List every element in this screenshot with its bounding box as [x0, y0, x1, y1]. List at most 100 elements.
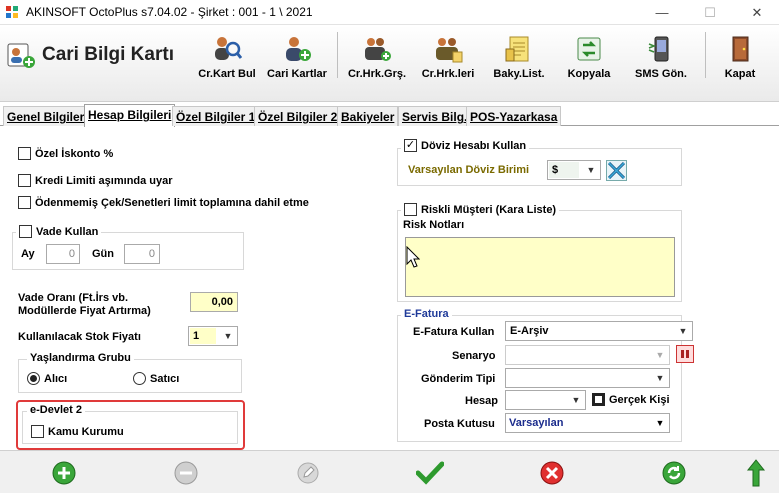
select-value: 1: [190, 328, 216, 344]
checkbox-box[interactable]: [404, 203, 417, 216]
tab-genel-bilgiler[interactable]: Genel Bilgiler: [3, 106, 89, 126]
toolbar-separator: [705, 32, 706, 78]
balance-list-icon: [505, 36, 529, 62]
risk-notlari-textarea[interactable]: [405, 237, 675, 297]
page-title: Cari Bilgi Kartı: [42, 44, 174, 65]
edevlet-title: e-Devlet 2: [27, 404, 85, 416]
toolbar-label: Cr.Hrk.leri: [421, 68, 475, 80]
toolbar-cari-kartlar-button[interactable]: Cari Kartlar: [262, 28, 332, 80]
gun-label: Gün: [92, 248, 114, 260]
exit-door-icon: [732, 36, 749, 62]
phone-icon: [648, 36, 669, 62]
kamu-kurumu-checkbox[interactable]: Kamu Kurumu: [31, 425, 124, 438]
tab-ozel-bilgiler-2[interactable]: Özel Bilgiler 2: [254, 106, 342, 126]
checkbox-box[interactable]: [31, 425, 44, 438]
add-record-button[interactable]: [50, 459, 78, 487]
select-value: Varsayılan: [509, 417, 564, 429]
gonderim-tipi-select[interactable]: ▼: [505, 368, 670, 388]
tab-hesap-bilgileri[interactable]: Hesap Bilgileri: [84, 104, 176, 127]
stok-fiyati-select[interactable]: 1 ▼: [188, 326, 238, 346]
doviz-kullan-checkbox[interactable]: ✓ Döviz Hesabı Kullan: [401, 139, 530, 152]
efatura-kullan-select[interactable]: E-Arşiv ▼: [505, 321, 693, 341]
checkbox-box[interactable]: [18, 174, 31, 187]
alici-radio[interactable]: Alıcı: [27, 372, 67, 385]
toolbar-label: Cari Kartlar: [267, 68, 327, 80]
checkbox-box[interactable]: [18, 196, 31, 209]
toolbar-label: SMS Gön.: [635, 68, 687, 80]
gercek-kisi-checkbox[interactable]: Gerçek Kişi: [592, 393, 670, 406]
chevron-down-icon[interactable]: ▼: [651, 414, 669, 432]
kredi-limiti-checkbox[interactable]: Kredi Limiti aşımında uyar: [18, 174, 173, 187]
toolbar-kapat-button[interactable]: Kapat: [710, 28, 770, 80]
maximize-button[interactable]: ☐: [688, 0, 732, 25]
checkbox-label: Döviz Hesabı Kullan: [421, 139, 527, 152]
gun-input[interactable]: 0: [124, 244, 160, 264]
toolbar-sms-gon-button[interactable]: SMS Gön.: [626, 28, 696, 80]
hesap-select[interactable]: ▼: [505, 390, 586, 410]
checkbox-label: Riskli Müşteri (Kara Liste): [421, 203, 557, 216]
riskli-musteri-checkbox[interactable]: Riskli Müşteri (Kara Liste): [401, 203, 560, 216]
efatura-kullan-label: E-Fatura Kullan: [413, 326, 495, 338]
satici-radio[interactable]: Satıcı: [133, 372, 179, 385]
vade-kullan-checkbox[interactable]: Vade Kullan: [16, 225, 102, 238]
toolbar-cr-kart-bul-button[interactable]: Cr.Kart Bul: [194, 28, 260, 80]
chevron-down-icon[interactable]: ▼: [651, 369, 669, 387]
cancel-button[interactable]: [538, 459, 566, 487]
tab-ozel-bilgiler-1[interactable]: Özel Bilgiler 1: [172, 106, 260, 126]
minus-circle-icon: [174, 461, 198, 485]
chevron-down-icon[interactable]: ▼: [651, 346, 669, 364]
cari-card-icon: [7, 43, 35, 68]
senaryo-pause-button[interactable]: [676, 345, 694, 363]
toolbar-label: Cr.Hrk.Grş.: [347, 68, 407, 80]
toolbar-cr-hrk-grs-button[interactable]: Cr.Hrk.Grş.: [342, 28, 412, 80]
odenmemis-checkbox[interactable]: Ödenmemiş Çek/Senetleri limit toplamına …: [18, 196, 309, 209]
tab-pos-yazarkasa[interactable]: POS-Yazarkasa: [466, 106, 562, 126]
vade-orani-input[interactable]: 0,00: [190, 292, 238, 312]
doviz-birimi-select[interactable]: $ ▼: [547, 160, 601, 180]
toolbar-kopyala-button[interactable]: Kopyala: [556, 28, 622, 80]
close-button[interactable]: ✕: [735, 0, 779, 25]
toolbar-baky-list-button[interactable]: Baky.List.: [486, 28, 552, 80]
people-list-icon: [436, 38, 463, 63]
checkbox-box[interactable]: [592, 393, 605, 406]
chevron-down-icon[interactable]: ▼: [219, 327, 237, 345]
refresh-button[interactable]: [660, 459, 688, 487]
efatura-title: E-Fatura: [401, 308, 452, 320]
toolbar-label: Cr.Kart Bul: [198, 68, 256, 80]
hesap-label: Hesap: [465, 395, 499, 407]
posta-kutusu-label: Posta Kutusu: [424, 418, 495, 430]
toolbar-cr-hrk-leri-button[interactable]: Cr.Hrk.leri: [415, 28, 481, 80]
delete-record-button[interactable]: [172, 459, 200, 487]
senaryo-select[interactable]: ▼: [505, 345, 670, 365]
ay-input[interactable]: 0: [46, 244, 80, 264]
scroll-up-button[interactable]: [742, 459, 770, 487]
radio-button[interactable]: [27, 372, 40, 385]
arrow-up-icon: [746, 459, 766, 487]
ozel-iskonto-checkbox[interactable]: Özel İskonto %: [18, 147, 113, 160]
radio-label: Satıcı: [150, 372, 180, 385]
checkbox-box[interactable]: ✓: [404, 139, 417, 152]
copy-icon: [577, 37, 601, 61]
app-icon: [6, 6, 18, 18]
toolbar-label: Kopyala: [567, 68, 611, 80]
chevron-down-icon[interactable]: ▼: [674, 322, 692, 340]
save-button[interactable]: [416, 459, 444, 487]
checkbox-label: Gerçek Kişi: [609, 393, 670, 406]
posta-kutusu-select[interactable]: Varsayılan ▼: [505, 413, 670, 433]
checkmark-icon: [416, 461, 444, 485]
tab-servis-bilg[interactable]: Servis Bilg.: [398, 106, 472, 126]
doviz-birimi-label: Varsayılan Döviz Birimi: [408, 164, 530, 176]
person-add-icon: [286, 37, 311, 61]
chevron-down-icon[interactable]: ▼: [567, 391, 585, 409]
pencil-icon: [297, 462, 319, 484]
minimize-button[interactable]: —: [640, 0, 684, 25]
chevron-down-icon[interactable]: ▼: [582, 161, 600, 179]
toolbar: Cari Bilgi Kartı Cr.Kart Bul Cari Kartla…: [0, 26, 779, 102]
radio-button[interactable]: [133, 372, 146, 385]
gonderim-tipi-label: Gönderim Tipi: [421, 373, 496, 385]
doviz-tool-button[interactable]: [606, 160, 627, 181]
checkbox-box[interactable]: [19, 225, 32, 238]
tab-bakiyeler[interactable]: Bakiyeler: [337, 106, 399, 126]
edit-record-button[interactable]: [294, 459, 322, 487]
checkbox-box[interactable]: [18, 147, 31, 160]
